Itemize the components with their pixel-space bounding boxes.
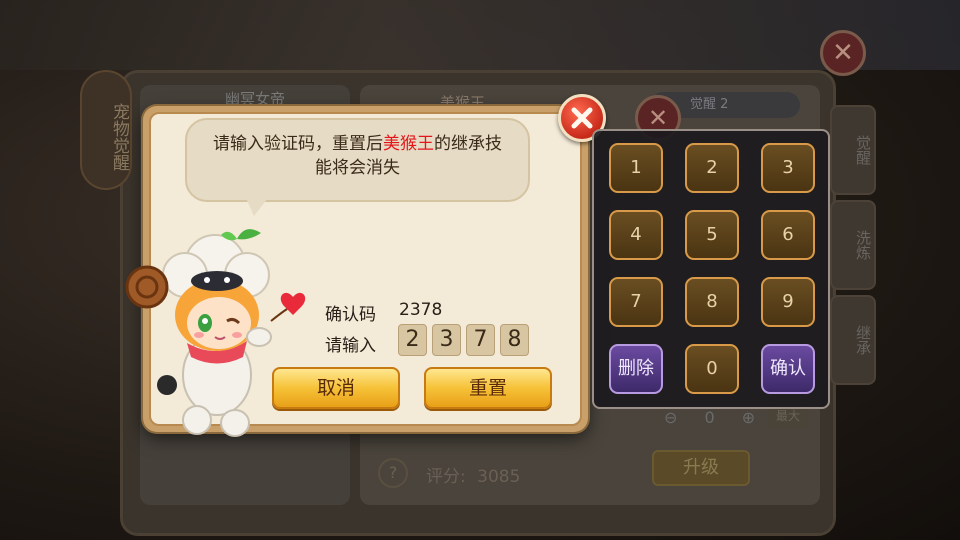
minus-icon: ⊖ — [664, 408, 678, 427]
key-4[interactable]: 4 — [609, 210, 663, 260]
speech-bubble: 请输入验证码，重置后美猴王的继承技能将会消失 — [185, 118, 530, 202]
input-label: 请输入 — [325, 336, 376, 356]
input-digit-3[interactable]: 7 — [466, 324, 495, 356]
score-value: 3085 — [477, 467, 521, 487]
speech-bubble-tail — [246, 198, 268, 216]
key-6[interactable]: 6 — [761, 210, 815, 260]
background-close-icon: ✕ — [820, 30, 866, 76]
background-side-tab-refine: 洗炼 — [830, 200, 876, 290]
confirm-code-value: 2378 — [399, 300, 443, 320]
reset-button[interactable]: 重置 — [424, 367, 552, 409]
background-score: 评分: 3085 — [426, 462, 520, 487]
input-digit-1[interactable]: 2 — [398, 324, 427, 356]
key-9[interactable]: 9 — [761, 277, 815, 327]
background-side-tab-inherit: 继承 — [830, 295, 876, 385]
background-help-icon: ? — [378, 458, 408, 488]
background-side-tab-awaken: 觉醒 — [830, 105, 876, 195]
key-1[interactable]: 1 — [609, 143, 663, 193]
key-7[interactable]: 7 — [609, 277, 663, 327]
pet-awaken-vertical-tab: 宠物觉醒 — [80, 70, 132, 190]
score-label: 评分: — [426, 467, 466, 487]
message-prefix: 请输入验证码，重置后 — [213, 134, 383, 154]
key-0[interactable]: 0 — [685, 344, 739, 394]
cancel-button[interactable]: 取消 — [272, 367, 400, 409]
plus-icon: ⊕ — [741, 408, 756, 427]
confirm-key[interactable]: 确认 — [761, 344, 815, 394]
confirm-code-label: 确认码 — [325, 305, 376, 325]
background-upgrade-button: 升级 — [652, 450, 750, 486]
input-digit-2[interactable]: 3 — [432, 324, 461, 356]
background-top-strip — [0, 0, 960, 70]
close-icon — [571, 107, 593, 129]
key-5[interactable]: 5 — [685, 210, 739, 260]
delete-key[interactable]: 删除 — [609, 344, 663, 394]
message-pet-name: 美猴王 — [383, 134, 434, 154]
key-3[interactable]: 3 — [761, 143, 815, 193]
key-8[interactable]: 8 — [685, 277, 739, 327]
input-digit-4[interactable]: 8 — [500, 324, 529, 356]
key-2[interactable]: 2 — [685, 143, 739, 193]
stepper-value: 0 — [704, 408, 715, 427]
background-stepper: ⊖ 0 ⊕ — [664, 408, 755, 427]
